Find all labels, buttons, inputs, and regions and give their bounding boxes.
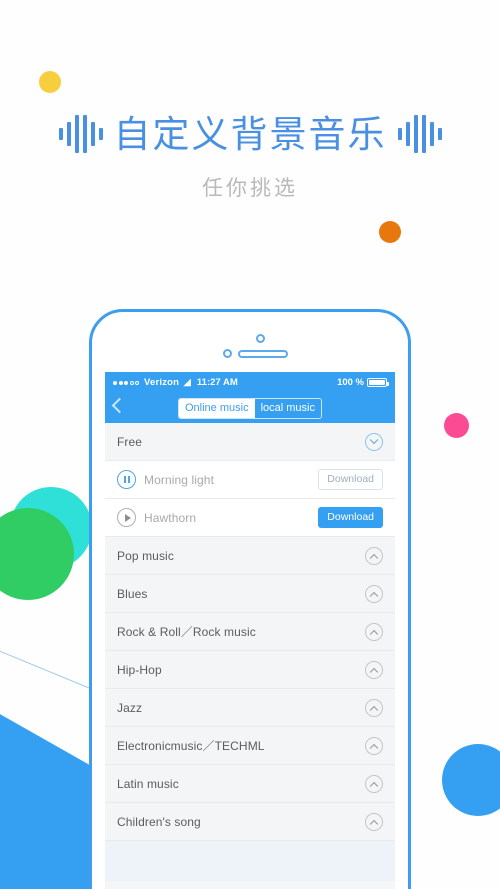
category-label: Jazz	[117, 700, 143, 715]
signal-dots-icon	[113, 380, 139, 385]
phone-mockup: Verizon ◢ 11:27 AM 100 % Online music lo…	[89, 309, 411, 889]
battery-full-icon	[367, 378, 389, 387]
camera-icon	[256, 334, 265, 343]
category-row-jazz[interactable]: Jazz	[105, 689, 395, 727]
nav-bar: Online music local music	[105, 393, 395, 423]
list-section-header-free[interactable]: Free	[105, 423, 395, 461]
section-header-label: Free	[117, 434, 143, 449]
track-row-hawthorn[interactable]: Hawthorn Download	[105, 499, 395, 537]
category-label: Latin music	[117, 776, 179, 791]
track-row-morning-light[interactable]: Morning light Download	[105, 461, 395, 499]
download-button[interactable]: Download	[318, 507, 383, 528]
category-label: Electronicmusic／TECHML	[117, 739, 265, 753]
chevron-up-circle-icon[interactable]	[365, 698, 383, 717]
category-row-pop-music[interactable]: Pop music	[105, 537, 395, 575]
battery-percent-label: 100 %	[337, 377, 364, 388]
audio-wave-icon-right	[397, 112, 442, 156]
decorative-circle-pink	[444, 413, 469, 438]
status-bar-right: 100 %	[337, 377, 389, 388]
promo-page: 自定义背景音乐 任你挑选 Verizon ◢ 11:27 AM 100 % On…	[0, 0, 500, 889]
status-bar: Verizon ◢ 11:27 AM 100 %	[105, 372, 395, 393]
earpiece-speaker-icon	[238, 350, 288, 358]
category-label: Rock & Roll／Rock music	[117, 625, 256, 639]
category-row-latin[interactable]: Latin music	[105, 765, 395, 803]
category-row-childrens-song[interactable]: Children's song	[105, 803, 395, 841]
chevron-up-circle-icon[interactable]	[365, 622, 383, 641]
phone-top-hardware	[92, 334, 408, 368]
chevron-up-circle-icon[interactable]	[365, 812, 383, 831]
sensor-icon	[223, 349, 232, 358]
segment-online-music[interactable]: Online music	[179, 398, 255, 418]
decorative-circle-yellow	[39, 71, 61, 93]
category-row-hip-hop[interactable]: Hip-Hop	[105, 651, 395, 689]
chevron-up-circle-icon[interactable]	[365, 584, 383, 603]
category-row-blues[interactable]: Blues	[105, 575, 395, 613]
chevron-up-circle-icon[interactable]	[365, 660, 383, 679]
back-chevron-icon[interactable]	[111, 397, 128, 414]
chevron-up-circle-icon[interactable]	[365, 774, 383, 793]
category-label: Blues	[117, 586, 148, 601]
list-bottom-area	[105, 841, 395, 881]
play-icon[interactable]	[117, 508, 136, 527]
carrier-label: Verizon	[144, 377, 180, 388]
audio-wave-icon-left	[58, 112, 103, 156]
decorative-circle-blue	[442, 744, 500, 816]
track-title: Hawthorn	[144, 510, 197, 525]
decorative-circle-orange	[379, 221, 401, 243]
category-label: Hip-Hop	[117, 662, 162, 677]
chevron-up-circle-icon[interactable]	[365, 546, 383, 565]
segmented-control[interactable]: Online music local music	[178, 397, 322, 419]
chevron-down-circle-icon[interactable]	[365, 432, 383, 451]
music-list: Free Morning light Download Hawthorn Dow…	[105, 423, 395, 881]
chevron-up-circle-icon[interactable]	[365, 736, 383, 755]
download-button[interactable]: Download	[318, 469, 383, 490]
headline-text: 自定义背景音乐	[113, 112, 387, 156]
headline: 自定义背景音乐	[0, 112, 500, 156]
status-clock: 11:27 AM	[196, 377, 238, 388]
category-label: Pop music	[117, 548, 174, 563]
category-row-rock[interactable]: Rock & Roll／Rock music	[105, 613, 395, 651]
wifi-icon: ◢	[183, 376, 191, 388]
segment-local-music[interactable]: local music	[254, 398, 321, 418]
phone-screen: Verizon ◢ 11:27 AM 100 % Online music lo…	[105, 372, 395, 889]
pause-icon[interactable]	[117, 470, 136, 489]
subtitle-text: 任你挑选	[202, 176, 298, 200]
category-row-electronic[interactable]: Electronicmusic／TECHML	[105, 727, 395, 765]
category-label: Children's song	[117, 814, 201, 829]
track-title: Morning light	[144, 472, 215, 487]
